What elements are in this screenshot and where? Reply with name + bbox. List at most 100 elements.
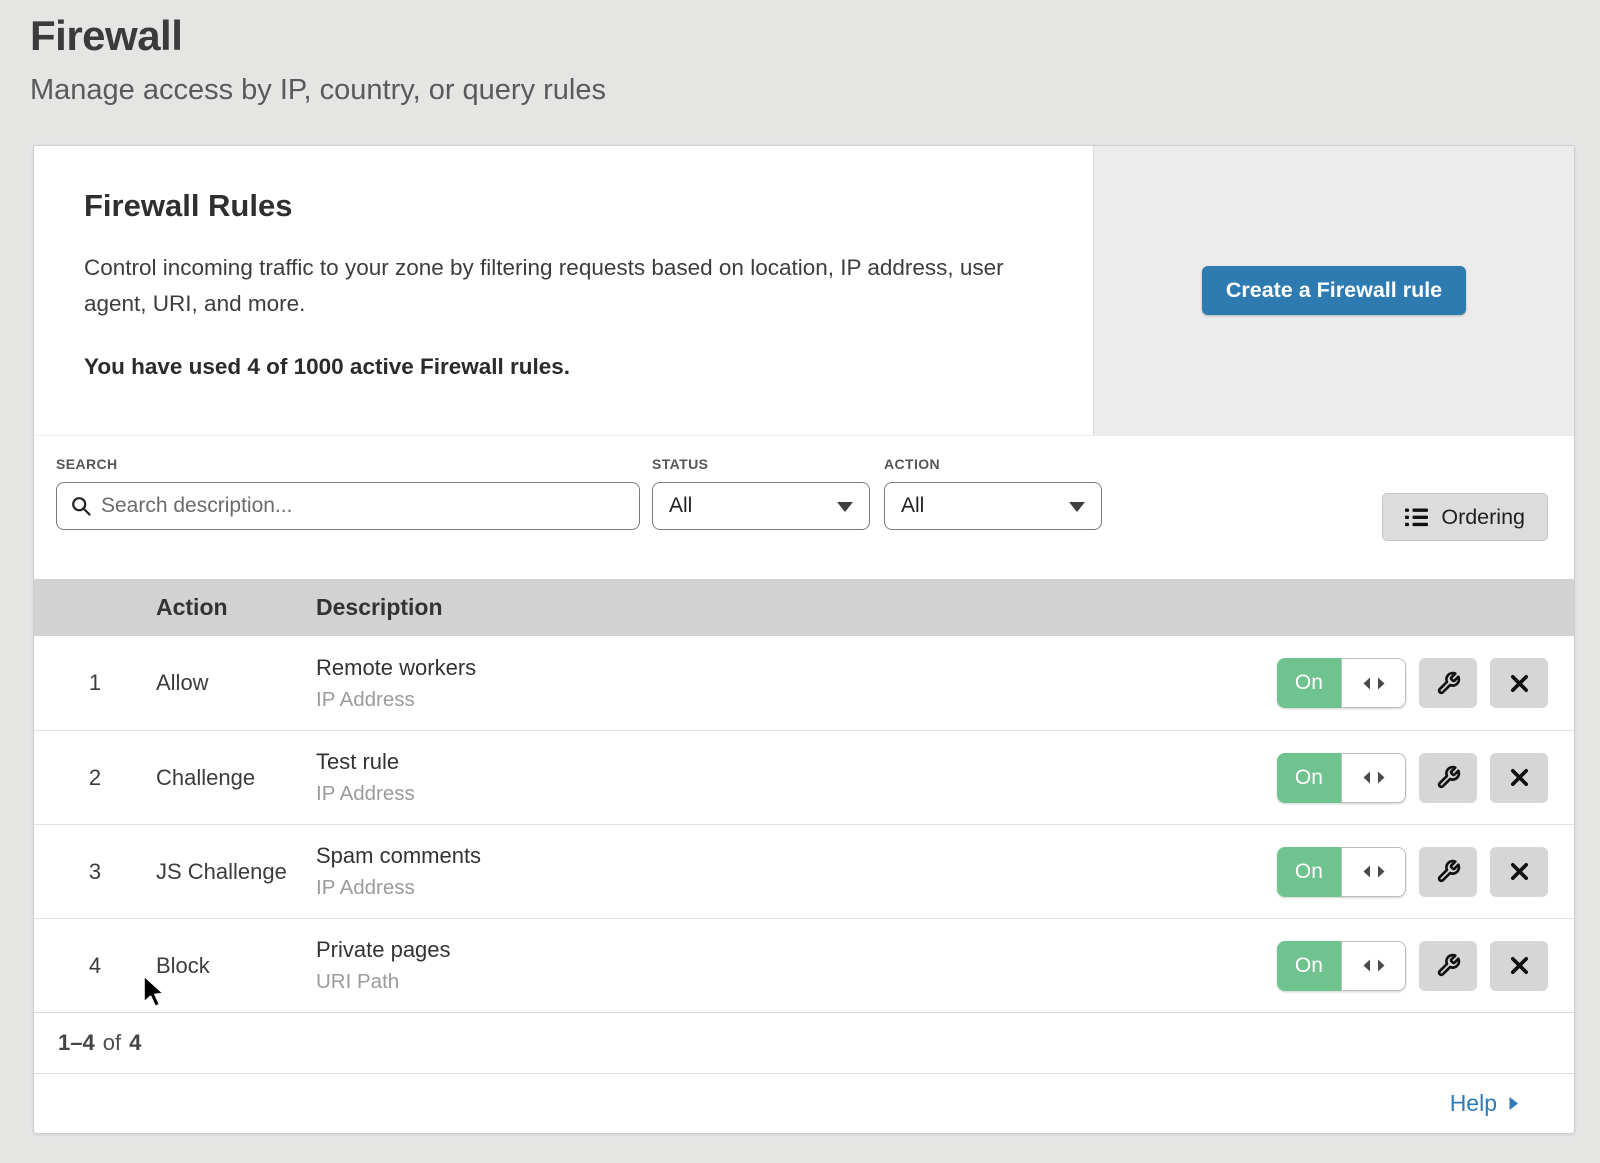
- overview-section: Firewall Rules Control incoming traffic …: [34, 146, 1574, 436]
- status-select-value: All: [669, 494, 692, 518]
- close-icon: [1508, 954, 1531, 977]
- wrench-icon: [1436, 859, 1461, 884]
- chevron-down-icon: [837, 502, 853, 512]
- drag-arrows-icon: [1362, 677, 1386, 690]
- table-header: Action Description: [34, 579, 1574, 636]
- firewall-rules-card: Firewall Rules Control incoming traffic …: [33, 145, 1575, 1134]
- ordered-list-icon: [1405, 508, 1428, 527]
- chevron-right-icon: [1508, 1096, 1519, 1111]
- action-select-value: All: [901, 494, 924, 518]
- section-description: Control incoming traffic to your zone by…: [84, 250, 1034, 322]
- wrench-icon: [1436, 953, 1461, 978]
- drag-arrows-icon: [1362, 771, 1386, 784]
- search-input[interactable]: [101, 494, 625, 518]
- rule-enabled-toggle[interactable]: On: [1277, 658, 1406, 708]
- toggle-on-label: On: [1277, 753, 1341, 803]
- rule-description: Test rule: [316, 749, 1277, 775]
- action-column-header: Action: [156, 594, 316, 621]
- edit-rule-button[interactable]: [1419, 658, 1477, 708]
- toggle-on-label: On: [1277, 847, 1341, 897]
- rules-table-body: 1 Allow Remote workers IP Address On: [34, 636, 1574, 1012]
- rule-controls: On: [1277, 753, 1574, 803]
- description-column-header: Description: [316, 594, 1277, 621]
- usage-summary: You have used 4 of 1000 active Firewall …: [84, 354, 1043, 380]
- close-icon: [1508, 860, 1531, 883]
- ordering-button-label: Ordering: [1441, 505, 1525, 530]
- overview-text: Firewall Rules Control incoming traffic …: [34, 146, 1093, 435]
- delete-rule-button[interactable]: [1490, 658, 1548, 708]
- rule-priority: 3: [34, 859, 156, 885]
- rule-action: Allow: [156, 670, 316, 696]
- edit-rule-button[interactable]: [1419, 847, 1477, 897]
- rule-action: JS Challenge: [156, 859, 316, 885]
- toggle-handle[interactable]: [1341, 753, 1407, 803]
- pagination: 1–4 of 4: [34, 1012, 1574, 1073]
- toggle-on-label: On: [1277, 941, 1341, 991]
- help-link[interactable]: Help: [1450, 1090, 1519, 1117]
- table-row: 3 JS Challenge Spam comments IP Address …: [34, 824, 1574, 918]
- action-label: ACTION: [884, 456, 1102, 472]
- rule-enabled-toggle[interactable]: On: [1277, 753, 1406, 803]
- pagination-of: of: [103, 1030, 121, 1056]
- ordering-button[interactable]: Ordering: [1382, 493, 1548, 541]
- action-filter-group: ACTION All: [884, 456, 1102, 530]
- toggle-handle[interactable]: [1341, 658, 1407, 708]
- rule-match-type: IP Address: [316, 876, 1277, 900]
- page-title: Firewall: [30, 12, 1600, 60]
- help-link-label: Help: [1450, 1090, 1497, 1117]
- search-filter-group: SEARCH: [56, 456, 640, 530]
- rule-description: Spam comments: [316, 843, 1277, 869]
- search-icon: [71, 496, 91, 516]
- rule-priority: 4: [34, 953, 156, 979]
- pagination-total: 4: [129, 1030, 141, 1056]
- rule-description-cell: Spam comments IP Address: [316, 843, 1277, 900]
- rule-description-cell: Private pages URI Path: [316, 937, 1277, 994]
- delete-rule-button[interactable]: [1490, 847, 1548, 897]
- action-select[interactable]: All: [884, 482, 1102, 530]
- page-header: Firewall Manage access by IP, country, o…: [0, 0, 1600, 107]
- rule-match-type: IP Address: [316, 688, 1277, 712]
- rule-description-cell: Remote workers IP Address: [316, 655, 1277, 712]
- status-select[interactable]: All: [652, 482, 870, 530]
- status-label: STATUS: [652, 456, 870, 472]
- rule-description: Private pages: [316, 937, 1277, 963]
- toggle-on-label: On: [1277, 658, 1341, 708]
- drag-arrows-icon: [1362, 959, 1386, 972]
- table-row: 4 Block Private pages URI Path On: [34, 918, 1574, 1012]
- help-row: Help: [34, 1073, 1574, 1133]
- close-icon: [1508, 766, 1531, 789]
- status-filter-group: STATUS All: [652, 456, 870, 530]
- toggle-handle[interactable]: [1341, 941, 1407, 991]
- rule-controls: On: [1277, 658, 1574, 708]
- rule-enabled-toggle[interactable]: On: [1277, 941, 1406, 991]
- delete-rule-button[interactable]: [1490, 941, 1548, 991]
- rule-action: Challenge: [156, 765, 316, 791]
- drag-arrows-icon: [1362, 865, 1386, 878]
- rule-enabled-toggle[interactable]: On: [1277, 847, 1406, 897]
- close-icon: [1508, 672, 1531, 695]
- wrench-icon: [1436, 765, 1461, 790]
- rule-description-cell: Test rule IP Address: [316, 749, 1277, 806]
- pagination-range: 1–4: [58, 1030, 95, 1056]
- section-heading: Firewall Rules: [84, 188, 1043, 224]
- table-row: 2 Challenge Test rule IP Address On: [34, 730, 1574, 824]
- toggle-handle[interactable]: [1341, 847, 1407, 897]
- rule-description: Remote workers: [316, 655, 1277, 681]
- edit-rule-button[interactable]: [1419, 753, 1477, 803]
- rule-match-type: URI Path: [316, 970, 1277, 994]
- create-rule-panel: Create a Firewall rule: [1093, 146, 1574, 435]
- filters-bar: SEARCH STATUS All ACTION All: [34, 436, 1574, 579]
- rule-priority: 1: [34, 670, 156, 696]
- rule-match-type: IP Address: [316, 782, 1277, 806]
- edit-rule-button[interactable]: [1419, 941, 1477, 991]
- rule-controls: On: [1277, 847, 1574, 897]
- page-subtitle: Manage access by IP, country, or query r…: [30, 74, 1600, 107]
- create-firewall-rule-button[interactable]: Create a Firewall rule: [1202, 266, 1466, 315]
- search-box: [56, 482, 640, 530]
- table-row: 1 Allow Remote workers IP Address On: [34, 636, 1574, 730]
- rule-controls: On: [1277, 941, 1574, 991]
- rule-priority: 2: [34, 765, 156, 791]
- delete-rule-button[interactable]: [1490, 753, 1548, 803]
- wrench-icon: [1436, 671, 1461, 696]
- rule-action: Block: [156, 953, 316, 979]
